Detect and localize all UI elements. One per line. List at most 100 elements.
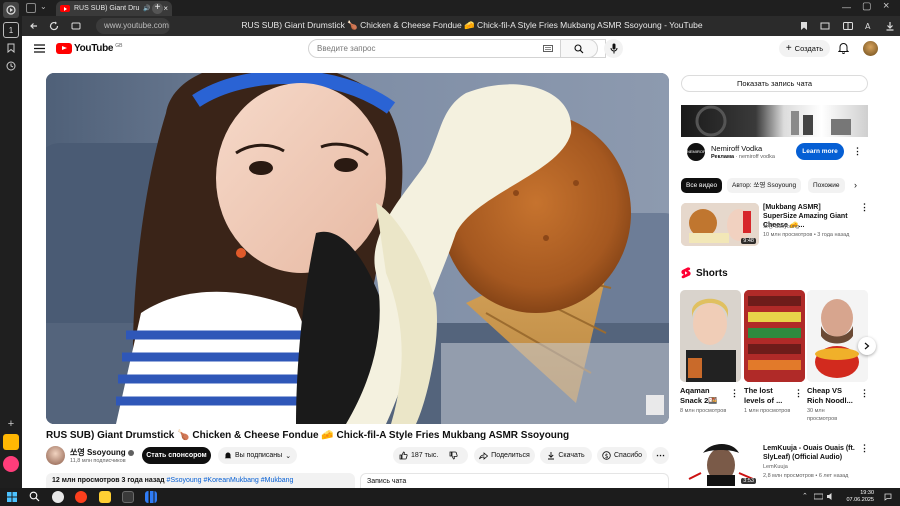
chip-by-author[interactable]: Автор: 쏘영 Ssoyoung <box>727 178 802 193</box>
lem-menu-icon[interactable]: ⋮ <box>860 444 869 453</box>
ad-banner-image[interactable] <box>681 105 868 137</box>
microphone-icon <box>610 43 617 54</box>
rec-video-thumbnail[interactable]: 9:48 <box>681 203 759 246</box>
network-icon[interactable] <box>814 493 823 501</box>
download-button[interactable]: Скачать <box>540 447 592 464</box>
short-2-art <box>744 290 805 382</box>
add-panel-icon[interactable]: + <box>3 416 19 432</box>
learn-more-button[interactable]: Learn more <box>796 143 844 160</box>
short-thumbnail-2[interactable] <box>744 290 805 382</box>
file-explorer-icon[interactable] <box>99 491 111 503</box>
channel-avatar[interactable] <box>46 446 65 465</box>
hashtags[interactable]: #Ssoyoung #KoreanMukbang #Mukbang <box>167 477 294 484</box>
nemiroff-banner-art <box>695 105 851 137</box>
chevron-down-icon[interactable]: ⌄ <box>40 2 47 11</box>
download-label: Скачать <box>558 452 585 459</box>
bookmark-icon[interactable] <box>798 20 810 32</box>
notifications-bell-icon[interactable] <box>838 42 849 54</box>
windows-start-icon[interactable] <box>7 492 17 502</box>
yandex-icon[interactable] <box>75 491 87 503</box>
dislike-button[interactable] <box>449 451 458 460</box>
short-3-menu-icon[interactable]: ⋮ <box>860 389 869 398</box>
short-title-3[interactable]: Cheap VS Rich Noodl... <box>807 386 855 406</box>
tab-title: RUS SUB) Giant Dru <box>74 5 140 12</box>
account-avatar[interactable] <box>863 41 878 56</box>
address-bar[interactable]: www.youtube.com <box>96 18 170 34</box>
site-info-icon[interactable] <box>70 20 82 32</box>
channel-name-link[interactable]: 쏘영 Ssoyoung <box>70 447 134 458</box>
short-title-2[interactable]: The lost levels of ... <box>744 386 792 406</box>
chips-next-icon[interactable]: › <box>854 180 857 190</box>
tray-clock[interactable]: 19:30 07.06.2025 <box>846 490 874 504</box>
reload-icon[interactable] <box>48 20 60 32</box>
lem-channel[interactable]: LemKuuja <box>763 464 788 470</box>
youtube-header: YouTube GB Введите запрос + Создать <box>22 36 900 64</box>
app-icon-terminal[interactable] <box>122 491 134 503</box>
tab-manager-icon[interactable] <box>26 3 36 13</box>
plus-icon: + <box>785 42 792 54</box>
tabs-icon[interactable] <box>819 20 831 32</box>
share-button[interactable]: Поделиться <box>474 447 535 464</box>
short-thumbnail-3[interactable] <box>807 290 868 382</box>
browser-page-title: RUS SUB) Giant Drumstick 🍗 Chicken & Che… <box>241 20 703 30</box>
short-title-1[interactable]: Aqaman Snack 2🍱 <box>680 386 728 406</box>
app-icon-charts[interactable] <box>145 491 157 503</box>
reading-mode-icon[interactable] <box>842 20 854 32</box>
chevron-right-icon <box>864 342 870 350</box>
lem-video-thumbnail[interactable]: 3:53 <box>681 443 759 486</box>
shorts-next-button[interactable] <box>858 337 876 355</box>
thanks-dollar-icon: $ <box>602 451 611 460</box>
rec-menu-icon[interactable]: ⋮ <box>860 203 869 212</box>
app-icon-mail[interactable] <box>3 434 19 450</box>
short-1-menu-icon[interactable]: ⋮ <box>730 389 739 398</box>
browser-sidebar: 1 + <box>0 0 22 488</box>
rec-views-date: 10 млн просмотров • 3 года назад <box>763 232 850 238</box>
browser-menu-icon[interactable] <box>3 2 19 18</box>
subscribed-button[interactable]: Вы подписаны ⌄ <box>218 447 297 464</box>
notification-center-icon[interactable] <box>884 493 892 501</box>
yandex-browser-icon[interactable] <box>52 491 64 503</box>
create-button[interactable]: + Создать <box>779 40 830 57</box>
sponsor-button[interactable]: Стать спонсором <box>142 447 211 464</box>
youtube-logo[interactable]: YouTube GB <box>56 43 122 54</box>
minimize-icon[interactable]: — <box>842 2 851 12</box>
taskbar-search-icon[interactable] <box>29 491 40 502</box>
close-window-icon[interactable]: × <box>883 0 889 12</box>
keyboard-icon[interactable] <box>543 45 553 52</box>
ad-row[interactable]: NEMIROFF Nemiroff Vodka Реклама · nemiro… <box>681 140 868 172</box>
rec-channel[interactable]: 쏘영 Ssoyoung <box>763 223 863 231</box>
back-icon[interactable] <box>28 20 40 32</box>
tab-count-badge[interactable]: 1 <box>3 22 19 38</box>
download-icon[interactable] <box>884 20 896 32</box>
lem-video-title[interactable]: LemKuuja - Ouais Ouais (ft. SlyLeaf) (Of… <box>763 444 858 462</box>
related-chips: Все видео Автор: 쏘영 Ssoyoung Похожие <box>681 178 868 193</box>
history-icon[interactable] <box>3 58 19 74</box>
video-player[interactable] <box>46 73 669 424</box>
thanks-button[interactable]: $ Спасибо <box>597 447 647 464</box>
more-actions-button[interactable]: ⋯ <box>652 447 669 464</box>
hamburger-menu-icon[interactable] <box>34 44 45 53</box>
volume-icon[interactable] <box>826 492 835 501</box>
short-thumbnail-1[interactable] <box>680 290 741 382</box>
maximize-icon[interactable]: ▢ <box>862 1 871 12</box>
ad-advertiser-name: Nemiroff Vodka <box>711 144 763 153</box>
search-button[interactable] <box>560 39 598 58</box>
bookmarks-icon[interactable] <box>3 40 19 56</box>
voice-search-button[interactable] <box>604 39 623 58</box>
app-icon-alice[interactable] <box>3 456 19 472</box>
bell-icon <box>224 451 232 460</box>
chip-related[interactable]: Похожие <box>808 178 845 193</box>
short-2-menu-icon[interactable]: ⋮ <box>794 389 803 398</box>
short-views-2: 1 млн просмотров <box>744 408 791 414</box>
chip-all-videos[interactable]: Все видео <box>681 178 723 193</box>
region-code: GB <box>115 43 123 49</box>
speaker-icon[interactable]: 🔊 <box>143 5 150 12</box>
tray-overflow-icon[interactable]: ⌃ <box>802 492 808 500</box>
show-chat-replay-button[interactable]: Показать запись чата <box>681 75 868 92</box>
svg-text:A: A <box>865 22 871 31</box>
new-tab-icon[interactable]: + <box>152 3 163 14</box>
translate-icon[interactable]: A <box>864 20 876 32</box>
close-tab-icon[interactable]: × <box>163 4 168 13</box>
subscriber-count: 11,8 млн подписчиков <box>70 458 126 464</box>
ad-menu-icon[interactable]: ⋮ <box>853 147 862 156</box>
